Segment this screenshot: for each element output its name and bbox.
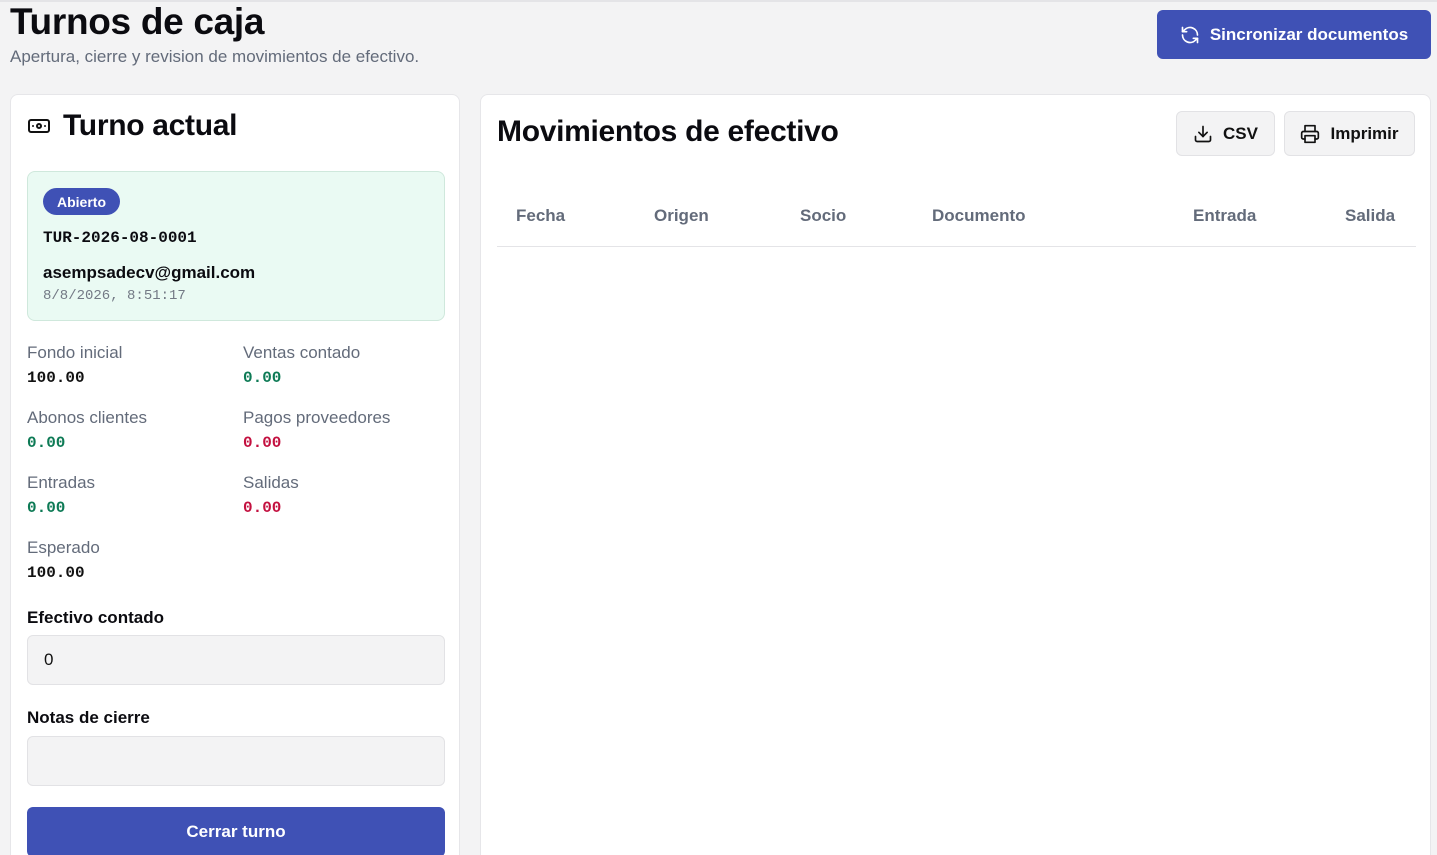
sync-documents-label: Sincronizar documentos [1209, 24, 1409, 44]
closing-notes-input[interactable] [27, 736, 445, 786]
shift-user: asempsadecv@gmail.com [43, 263, 256, 282]
stat-esperado: Esperado 100.00 [27, 538, 227, 582]
current-shift-card: Turno actual Abierto TUR-2026-08-0001 as… [10, 94, 460, 855]
stat-label: Ventas contado [243, 343, 361, 362]
cash-counted-label: Efectivo contado [27, 608, 164, 627]
stat-value: 0.00 [27, 499, 66, 517]
stat-label: Pagos proveedores [243, 408, 391, 427]
stat-label: Abonos clientes [27, 408, 148, 427]
stat-value: 0.00 [243, 434, 282, 452]
stat-pagos-proveedores: Pagos proveedores 0.00 [243, 408, 443, 452]
stat-ventas-contado: Ventas contado 0.00 [243, 343, 443, 387]
column-header-fecha[interactable]: Fecha [516, 206, 565, 226]
stat-value: 100.00 [27, 369, 85, 387]
stat-value: 0.00 [243, 369, 282, 387]
stat-value: 100.00 [27, 564, 85, 582]
print-button[interactable]: Imprimir [1284, 111, 1415, 156]
export-csv-button[interactable]: CSV [1176, 111, 1275, 156]
stat-label: Entradas [27, 473, 96, 492]
movements-title: Movimientos de efectivo [497, 115, 839, 148]
closing-notes-label: Notas de cierre [27, 708, 150, 727]
export-csv-label: CSV [1223, 123, 1258, 143]
printer-icon [1301, 124, 1320, 143]
shift-code: TUR-2026-08-0001 [43, 229, 197, 247]
current-shift-header: Turno actual [27, 109, 238, 143]
column-header-origen[interactable]: Origen [654, 206, 709, 226]
stat-fondo-inicial: Fondo inicial 100.00 [27, 343, 227, 387]
column-header-documento[interactable]: Documento [932, 206, 1026, 226]
stat-label: Fondo inicial [27, 343, 123, 362]
stat-label: Esperado [27, 538, 100, 557]
status-badge: Abierto [43, 188, 120, 215]
stat-value: 0.00 [243, 499, 282, 517]
movements-table-header: Fecha Origen Socio Documento Entrada Sal… [497, 203, 1416, 247]
sync-documents-button[interactable]: Sincronizar documentos [1157, 10, 1431, 59]
refresh-icon [1181, 26, 1199, 43]
page-subtitle: Apertura, cierre y revision de movimient… [10, 47, 420, 66]
stat-abonos-clientes: Abonos clientes 0.00 [27, 408, 227, 452]
page-title: Turnos de caja [10, 1, 265, 42]
cash-counted-input[interactable] [27, 635, 445, 685]
download-icon [1194, 125, 1212, 142]
shift-summary: Abierto TUR-2026-08-0001 asempsadecv@gma… [27, 171, 445, 321]
column-header-salida[interactable]: Salida [1345, 206, 1395, 226]
column-header-entrada[interactable]: Entrada [1193, 206, 1256, 226]
stat-salidas: Salidas 0.00 [243, 473, 443, 517]
stat-entradas: Entradas 0.00 [27, 473, 227, 517]
cash-icon [28, 119, 50, 133]
close-shift-button[interactable]: Cerrar turno [27, 807, 445, 855]
column-header-socio[interactable]: Socio [800, 206, 846, 226]
stat-value: 0.00 [27, 434, 66, 452]
movements-card: Movimientos de efectivo CSV Imprimir Fec… [480, 94, 1431, 855]
current-shift-title: Turno actual [63, 109, 238, 142]
stat-label: Salidas [243, 473, 299, 492]
shift-opened-at: 8/8/2026, 8:51:17 [43, 288, 186, 304]
print-label: Imprimir [1330, 123, 1399, 143]
